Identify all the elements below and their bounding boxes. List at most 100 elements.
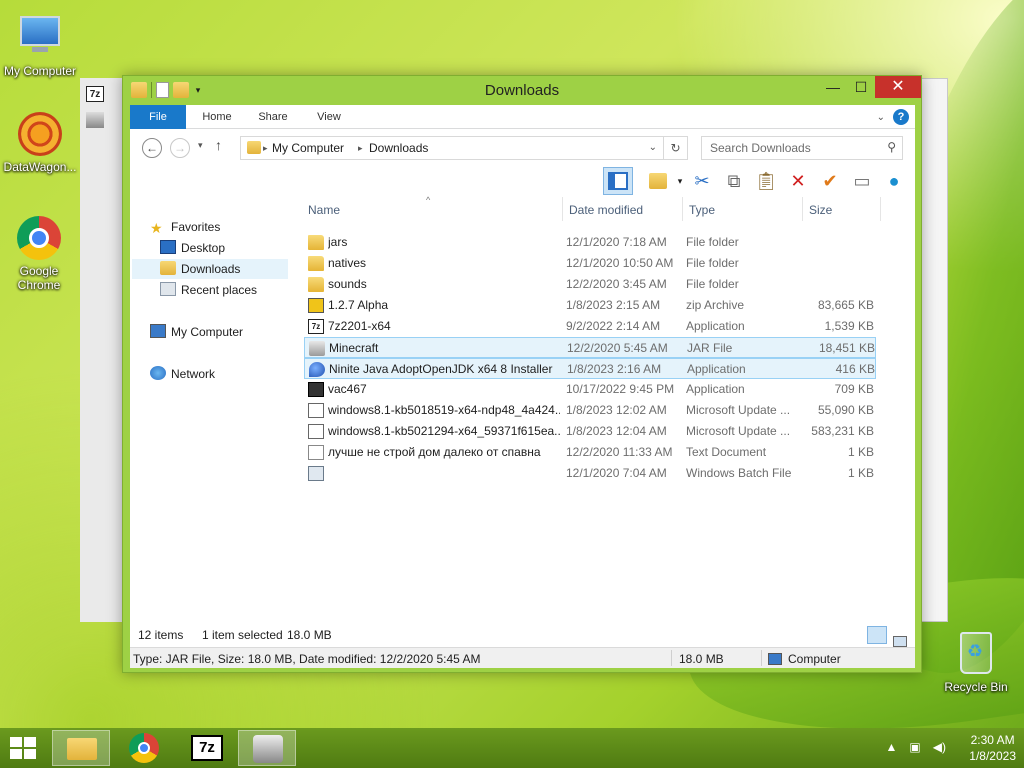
column-header-date[interactable]: Date modified	[569, 203, 643, 217]
breadcrumb-separator-icon[interactable]: ▸	[358, 143, 363, 154]
title-bar[interactable]: ▾ Downloads — ☐ ✕	[123, 76, 921, 104]
selected-size: 18.0 MB	[287, 628, 332, 642]
tab-home[interactable]: Home	[192, 105, 242, 129]
paste-button[interactable]: 📋︎	[751, 167, 781, 195]
delete-button[interactable]: ✕	[783, 167, 813, 195]
large-icons-view-icon	[893, 636, 907, 647]
jar-file-icon	[309, 341, 325, 356]
network-tray-icon[interactable]: ▣	[909, 740, 920, 754]
recent-locations-chevron-icon[interactable]: ▾	[198, 140, 203, 151]
tab-view[interactable]: View	[304, 105, 354, 129]
file-explorer-icon	[67, 738, 97, 760]
clock[interactable]: 2:30 AM 1/8/2023	[969, 732, 1016, 764]
update-package-icon	[308, 424, 324, 439]
file-row[interactable]: лучше не строй дом далеко от спавна 12/2…	[304, 442, 876, 463]
ribbon-expand-icon[interactable]: ⌄	[877, 112, 885, 123]
file-row[interactable]: 7z 7z2201-x64 9/2/2022 2:14 AM Applicati…	[304, 316, 876, 337]
location-label: Computer	[788, 652, 841, 666]
desktop-icon-label: DataWagon...	[3, 160, 77, 174]
breadcrumb-my-computer[interactable]: My Computer	[272, 141, 344, 155]
desktop-icon-datawagon[interactable]: DataWagon...	[0, 112, 80, 174]
address-bar[interactable]: ▸ My Computer ▸ Downloads ⌄	[240, 136, 664, 160]
nav-network[interactable]: Network	[150, 364, 308, 384]
ninite-installer-icon	[309, 362, 325, 377]
file-row[interactable]: natives 12/1/2020 10:50 AM File folder	[304, 253, 876, 274]
copy-icon: ⧉	[727, 170, 741, 191]
forward-button[interactable]: →	[170, 138, 190, 158]
file-row[interactable]: windows8.1-kb5021294-x64_59371f615ea... …	[304, 421, 876, 442]
details-view-button[interactable]	[867, 626, 887, 644]
copy-button[interactable]: ⧉	[719, 167, 749, 195]
search-box[interactable]: ⚲	[701, 136, 903, 160]
explorer-window[interactable]: ▾ Downloads — ☐ ✕ File Home Share View ⌄…	[122, 75, 922, 673]
volume-icon[interactable]: ◀)	[933, 740, 946, 754]
show-hidden-icons-chevron[interactable]: ▲	[886, 740, 898, 754]
desktop-icon-my-computer[interactable]: My Computer	[0, 10, 80, 78]
taskbar-7zip[interactable]: 7z	[178, 730, 236, 766]
nav-favorites[interactable]: ★ Favorites	[150, 217, 308, 237]
nav-recent-places[interactable]: Recent places	[160, 280, 288, 300]
properties-button[interactable]: ✔	[815, 167, 845, 195]
7zip-icon: 7z	[86, 86, 104, 102]
application-icon	[308, 382, 324, 397]
column-header-type[interactable]: Type	[689, 203, 715, 217]
cut-button[interactable]: ✂	[687, 167, 717, 195]
column-header-name[interactable]: Name	[308, 203, 340, 217]
java-icon	[253, 735, 283, 763]
globe-icon: ●	[888, 170, 900, 191]
desktop-icon	[160, 240, 176, 254]
downloads-icon	[160, 261, 176, 275]
tab-file[interactable]: File	[130, 105, 186, 129]
status-bar: 12 items 1 item selected 18.0 MB	[130, 621, 915, 647]
file-row-selected[interactable]: Minecraft 12/2/2020 5:45 AM JAR File 18,…	[304, 337, 876, 358]
computer-icon	[16, 16, 64, 62]
ribbon-tabs: File Home Share View ⌄ ?	[130, 105, 915, 129]
details-bar: Type: JAR File, Size: 18.0 MB, Date modi…	[130, 647, 915, 668]
nav-desktop[interactable]: Desktop	[160, 238, 288, 258]
file-row[interactable]: sounds 12/2/2020 3:45 AM File folder	[304, 274, 876, 295]
datawagon-icon	[16, 112, 64, 158]
breadcrumb-separator-icon[interactable]: ▸	[263, 143, 268, 154]
large-icons-view-button[interactable]	[890, 626, 910, 647]
taskbar-file-explorer[interactable]	[52, 730, 110, 766]
window-title: Downloads	[484, 82, 560, 99]
desktop-icon-label: Recycle Bin	[944, 680, 1008, 694]
breadcrumb-downloads[interactable]: Downloads	[369, 141, 428, 155]
jar-icon	[86, 112, 104, 128]
file-list: ^ Name Date modified Type Size jars 12/1…	[302, 195, 910, 621]
preview-pane-button[interactable]	[603, 167, 633, 195]
file-row[interactable]: vac467 10/17/2022 9:45 PM Application 70…	[304, 379, 876, 400]
file-row[interactable]: 1.2.7 Alpha 1/8/2023 2:15 AM zip Archive…	[304, 295, 876, 316]
network-button[interactable]: ●	[879, 167, 909, 195]
up-button[interactable]: ↑	[215, 137, 222, 153]
search-input[interactable]	[702, 137, 872, 159]
desktop-icon-google-chrome[interactable]: Google Chrome	[0, 214, 78, 292]
address-dropdown-icon[interactable]: ⌄	[649, 142, 657, 153]
preview-pane-icon	[608, 172, 628, 190]
start-button[interactable]	[10, 737, 38, 759]
nav-downloads[interactable]: Downloads	[132, 259, 288, 279]
minimize-button[interactable]: —	[819, 76, 847, 98]
help-icon[interactable]: ?	[893, 109, 909, 125]
chrome-icon	[15, 216, 63, 262]
taskbar-java[interactable]	[238, 730, 296, 766]
recent-places-icon	[160, 282, 176, 296]
file-row-hover[interactable]: Ninite Java AdoptOpenJDK x64 8 Installer…	[304, 358, 876, 379]
change-view-button[interactable]	[643, 167, 673, 195]
nav-my-computer[interactable]: My Computer	[150, 322, 308, 342]
back-button[interactable]: ←	[142, 138, 162, 158]
rename-button[interactable]: ▭	[847, 167, 877, 195]
chevron-down-icon[interactable]: ▾	[675, 176, 685, 187]
close-button[interactable]: ✕	[875, 76, 921, 98]
desktop-icon-recycle-bin[interactable]: Recycle Bin	[936, 632, 1016, 694]
file-row[interactable]: 12/1/2020 7:04 AM Windows Batch File 1 K…	[304, 463, 876, 484]
clock-date: 1/8/2023	[969, 749, 1016, 763]
tab-share[interactable]: Share	[248, 105, 298, 129]
file-row[interactable]: jars 12/1/2020 7:18 AM File folder	[304, 232, 876, 253]
sort-ascending-icon: ^	[426, 195, 431, 205]
file-row[interactable]: windows8.1-kb5018519-x64-ndp48_4a424... …	[304, 400, 876, 421]
column-header-size[interactable]: Size	[809, 203, 832, 217]
taskbar-chrome[interactable]	[116, 730, 174, 766]
maximize-button[interactable]: ☐	[847, 76, 875, 98]
refresh-button[interactable]: ↻	[664, 136, 688, 160]
